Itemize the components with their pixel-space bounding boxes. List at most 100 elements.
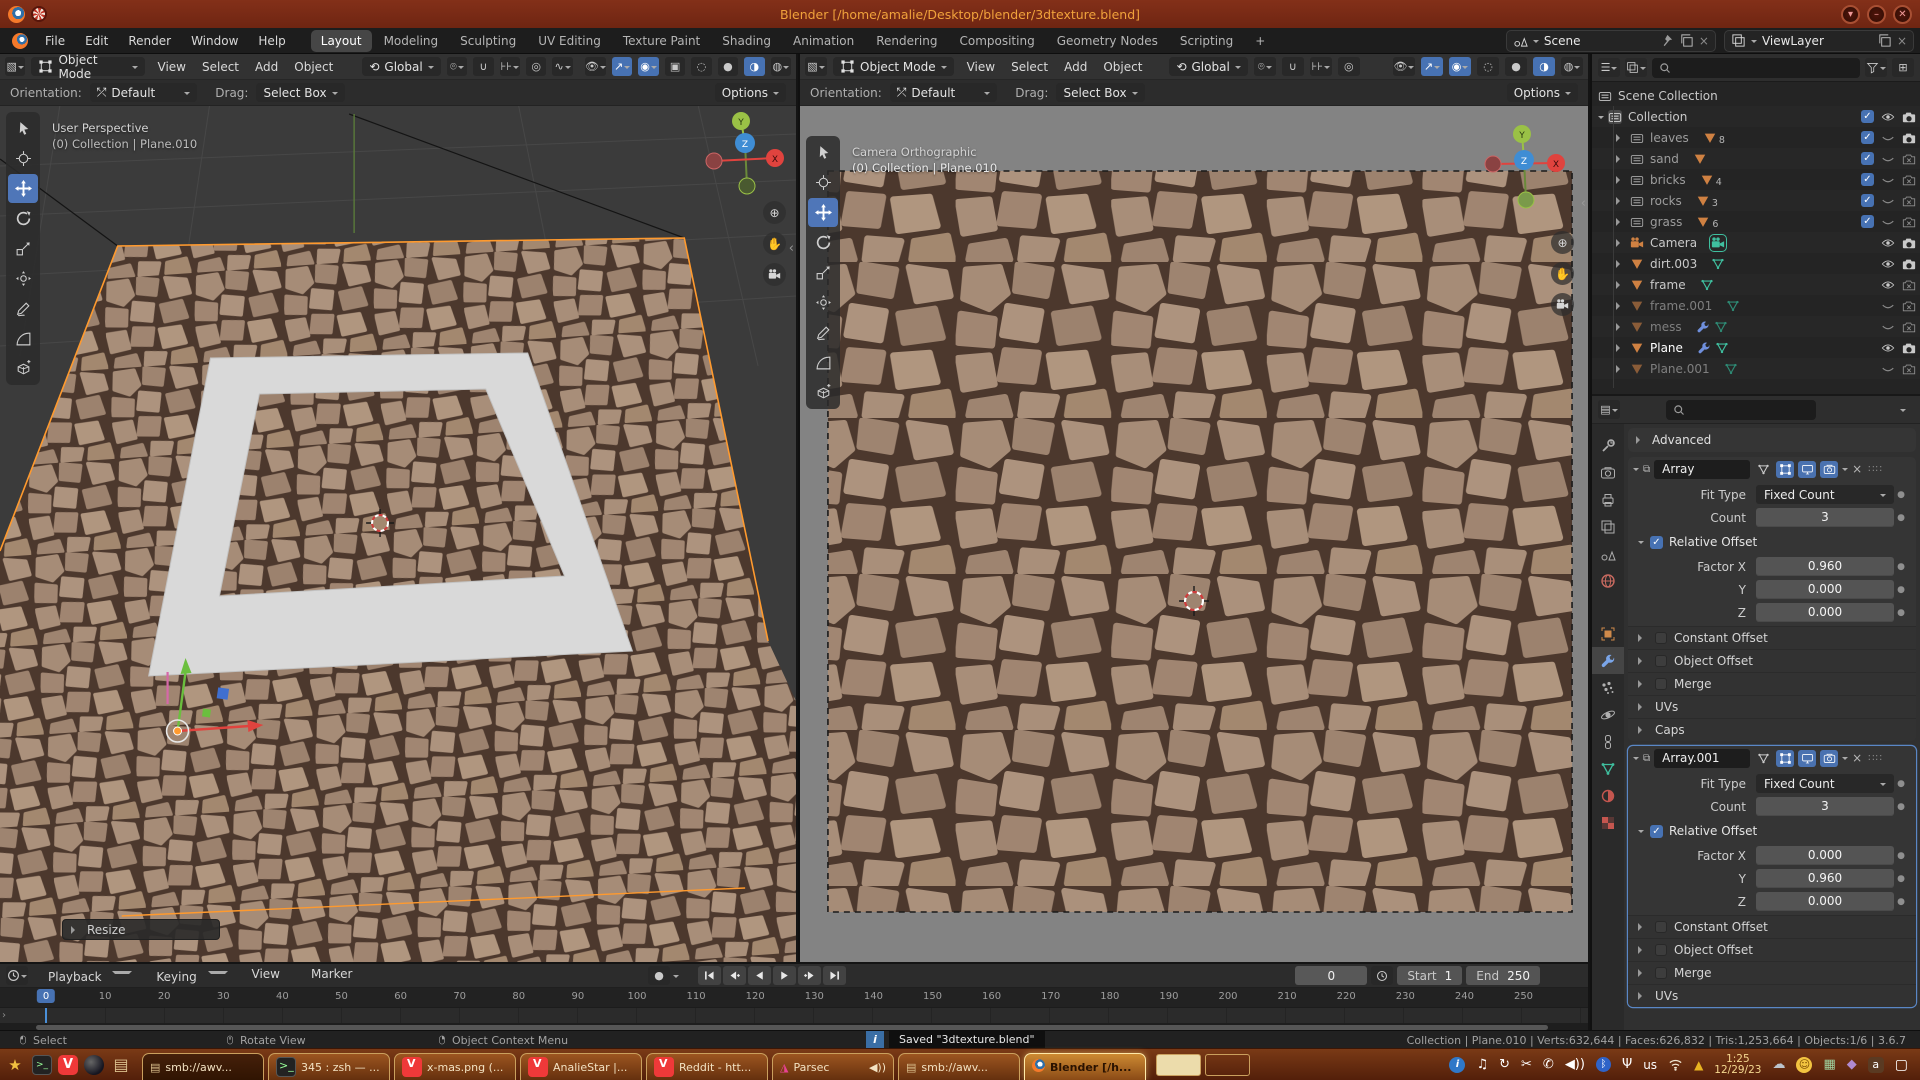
properties-breadcrumb-icon[interactable]: ▤ <box>1598 400 1620 419</box>
play-button[interactable] <box>773 966 796 985</box>
relative-offset-subpanel[interactable]: Relative Offset <box>1628 531 1916 553</box>
camera-view-button[interactable] <box>763 263 786 286</box>
timeline-track-area[interactable] <box>0 1008 1588 1023</box>
file-cabinet-launcher-icon[interactable]: ▤ <box>110 1054 132 1076</box>
add-workspace-button[interactable]: + <box>1245 30 1275 52</box>
tray-keyboard-layout[interactable]: us <box>1643 1058 1657 1072</box>
collection-checkbox[interactable] <box>1861 194 1874 207</box>
eye-icon[interactable] <box>1881 110 1895 124</box>
show-realtime-toggle[interactable] <box>1798 750 1816 767</box>
tool-select-box[interactable] <box>808 138 838 167</box>
render-camera-icon[interactable] <box>1902 257 1916 271</box>
animate-dot[interactable]: ● <box>1894 851 1908 861</box>
menu-marker[interactable]: Marker <box>297 965 366 986</box>
taskbar-window-smb-2[interactable]: ▤smb://awv... <box>898 1053 1020 1080</box>
close-button[interactable]: ✕ <box>1893 5 1912 24</box>
disclosure-icon[interactable] <box>1616 155 1624 163</box>
disclosure-icon[interactable] <box>1616 344 1624 352</box>
pivot-point-dropdown[interactable]: ⌾ <box>1254 57 1276 76</box>
tray-weather-icon[interactable]: ☁ <box>1772 1057 1785 1072</box>
tool-measure[interactable] <box>8 324 38 353</box>
proportional-editing-icon[interactable]: ◎ <box>1338 57 1360 76</box>
unlink-scene-icon[interactable]: × <box>1699 34 1709 48</box>
viewport-3d-camera[interactable]: ▧ Object Mode View Select Add Object ⟲ G… <box>800 54 1590 962</box>
properties-options-chevron[interactable] <box>1900 409 1906 415</box>
viewport-left-canvas[interactable]: Y Z X ⊕ ✋ ‹ <box>0 106 796 962</box>
properties-search-input[interactable] <box>1666 400 1816 420</box>
section-merge[interactable]: Merge <box>1628 961 1916 984</box>
snap-target-dropdown[interactable]: ⊦⊦ <box>1310 57 1332 76</box>
tray-volume-icon[interactable]: ◀)) <box>1565 1057 1585 1072</box>
snap-magnet-icon[interactable]: ∪ <box>1282 57 1304 76</box>
scrollbar-thumb[interactable] <box>36 1025 1548 1030</box>
tray-amazon-icon[interactable]: a <box>1868 1057 1884 1073</box>
menu-playback[interactable]: Playback <box>34 965 139 986</box>
menu-add[interactable]: Add <box>248 58 285 76</box>
modifier-extras-dropdown[interactable] <box>1842 757 1848 763</box>
menu-object[interactable]: Object <box>287 58 340 76</box>
overlays-toggle[interactable]: ◉ <box>638 57 658 76</box>
animate-dot[interactable]: ● <box>1894 585 1908 595</box>
tray-warning-icon[interactable]: ▲ <box>1694 1058 1703 1072</box>
jump-to-end-button[interactable] <box>823 966 846 985</box>
show-in-editmode-toggle[interactable] <box>1776 461 1794 478</box>
editor-type-icon[interactable]: ▧ <box>5 57 25 76</box>
taskbar-window-blender[interactable]: Blender [/h... <box>1024 1053 1146 1080</box>
taskbar-window-analiestar[interactable]: VAnalieStar |... <box>520 1053 642 1080</box>
remove-view-layer-icon[interactable]: × <box>1897 34 1907 48</box>
render-camera-icon[interactable] <box>1902 131 1916 145</box>
options-dropdown[interactable]: Options <box>715 83 786 102</box>
render-camera-off-icon[interactable] <box>1902 194 1916 208</box>
browser-launcher-icon[interactable] <box>84 1055 104 1075</box>
menu-add[interactable]: Add <box>1057 58 1094 76</box>
tab-geometry-nodes[interactable]: Geometry Nodes <box>1047 30 1168 52</box>
shading-rendered-icon[interactable]: ◍ <box>771 57 791 76</box>
render-camera-off-icon[interactable] <box>1902 320 1916 334</box>
camera-view-button[interactable] <box>1551 293 1574 316</box>
taskbar-window-parsec[interactable]: ◮Parsec◀)) <box>772 1053 894 1080</box>
taskbar-window-zsh[interactable]: >_345 : zsh — ... <box>268 1053 390 1080</box>
saved-notification[interactable]: i Saved "3dtexture.blend" <box>866 1031 1045 1049</box>
menu-help[interactable]: Help <box>249 31 294 51</box>
tool-move[interactable] <box>8 174 38 203</box>
taskbar-window-xmas-png[interactable]: Vx-mas.png (... <box>394 1053 516 1080</box>
show-render-toggle[interactable] <box>1820 750 1838 767</box>
render-camera-off-icon[interactable] <box>1902 173 1916 187</box>
visibility-dropdown[interactable]: 👁 <box>585 57 606 76</box>
render-camera-icon[interactable] <box>1902 110 1916 124</box>
animate-dot[interactable]: ● <box>1894 779 1908 789</box>
editor-type-icon[interactable]: ▧ <box>805 57 827 76</box>
view-layer-selector[interactable]: ViewLayer × <box>1724 30 1914 52</box>
animate-dot[interactable]: ● <box>1894 513 1908 523</box>
animate-dot[interactable]: ● <box>1894 874 1908 884</box>
tool-measure[interactable] <box>808 348 838 377</box>
window-menu-button[interactable]: ▾ <box>1841 5 1860 24</box>
menu-keying[interactable]: Keying <box>142 965 234 986</box>
outliner-row-plane-001[interactable]: Plane.001 <box>1592 358 1920 379</box>
scene-selector[interactable]: Scene × <box>1506 30 1716 52</box>
tab-compositing[interactable]: Compositing <box>949 30 1044 52</box>
collection-checkbox[interactable] <box>1861 173 1874 186</box>
outliner-row-grass[interactable]: grass 6 <box>1592 211 1920 232</box>
modifier-close-icon[interactable]: × <box>1852 751 1862 765</box>
drag-dropdown[interactable]: Select Box <box>256 83 344 102</box>
snap-target-dropdown[interactable]: ⊦⊦ <box>500 57 520 76</box>
outliner-display-mode-dropdown[interactable]: ☰ <box>1598 58 1620 77</box>
menu-render[interactable]: Render <box>119 31 180 51</box>
show-in-editmode-toggle[interactable] <box>1776 750 1794 767</box>
eye-icon[interactable] <box>1881 341 1895 355</box>
tab-world[interactable] <box>1592 567 1624 594</box>
gizmos-toggle[interactable]: ↗ <box>1421 57 1443 76</box>
eye-closed-icon[interactable] <box>1881 320 1895 334</box>
modifier-drag-handle[interactable]: ∷∷ <box>1868 753 1883 764</box>
factor-x-field[interactable]: 0.960 <box>1756 557 1894 576</box>
modifier-close-icon[interactable]: × <box>1852 462 1862 476</box>
section-object-offset[interactable]: Object Offset <box>1628 938 1916 961</box>
next-keyframe-button[interactable] <box>798 966 821 985</box>
section-merge[interactable]: Merge <box>1628 672 1916 695</box>
factor-y-field[interactable]: 0.000 <box>1756 580 1894 599</box>
menu-select[interactable]: Select <box>1004 58 1055 76</box>
tray-phone-icon[interactable]: ✆ <box>1543 1057 1554 1072</box>
timeline-channel-expand[interactable]: › <box>2 1010 6 1021</box>
menu-object[interactable]: Object <box>1096 58 1149 76</box>
